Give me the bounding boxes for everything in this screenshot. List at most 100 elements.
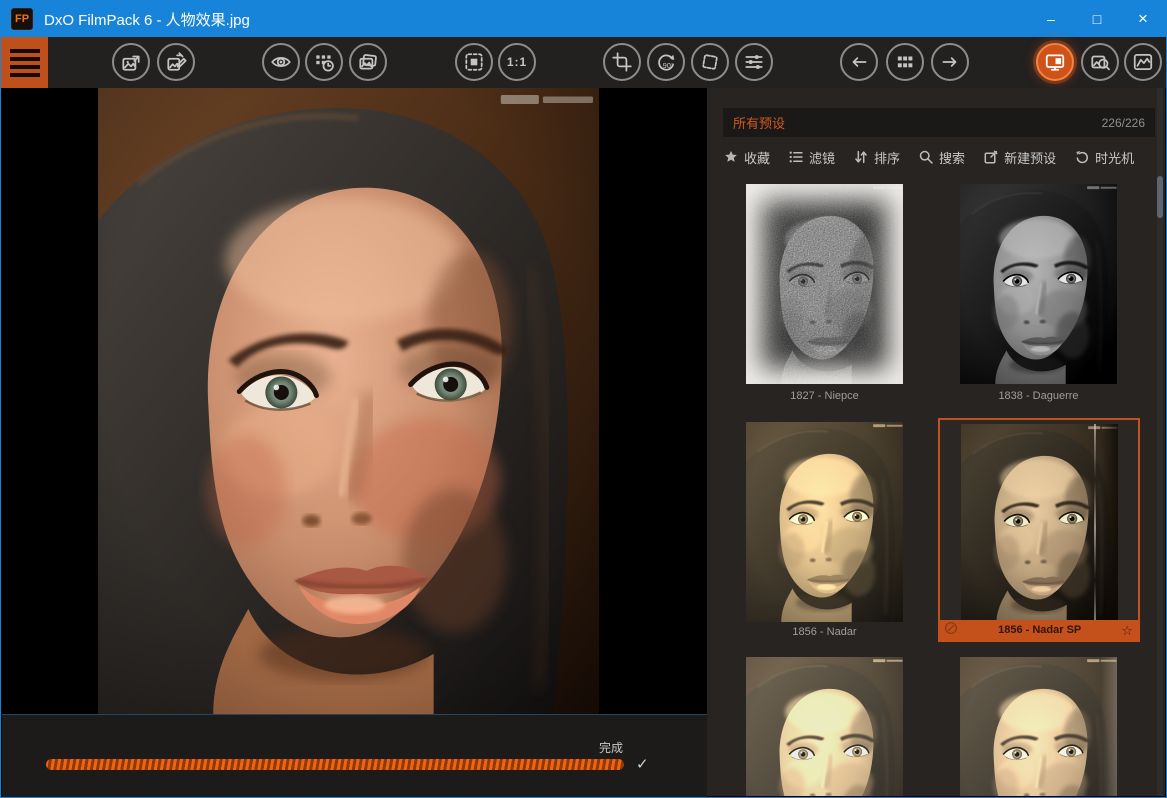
search-icon (919, 150, 933, 164)
time-machine-icon (1075, 150, 1089, 164)
check-icon: ✓ (636, 755, 649, 773)
menu-button[interactable] (1, 37, 48, 88)
preset-thumbnail[interactable] (746, 184, 903, 384)
progress-status-label: 完成 (599, 739, 623, 756)
time-machine-button[interactable]: 时光机 (1075, 148, 1134, 167)
close-button[interactable]: × (1120, 1, 1166, 37)
grid-clock-icon (313, 51, 335, 73)
compare-eye-button[interactable] (262, 43, 300, 81)
histogram-button[interactable] (1124, 43, 1162, 81)
loupe-preview-button[interactable] (1081, 43, 1119, 81)
minimize-button[interactable]: – (1028, 1, 1074, 37)
film-grain-overlay (746, 184, 903, 384)
favorites-button[interactable]: 收藏 (724, 148, 770, 167)
time-machine-label: 时光机 (1095, 148, 1134, 167)
preset-preview-image (746, 657, 903, 796)
export-status-bar: 完成 ✓ (2, 714, 707, 798)
window-title: DxO FilmPack 6 - 人物效果.jpg (44, 9, 1028, 30)
selected-preset-label: 1856 - Nadar SP (958, 624, 1121, 636)
fit-to-screen-button[interactable] (455, 43, 493, 81)
filter-button[interactable]: 滤镜 (789, 148, 835, 167)
list-filter-icon (789, 150, 803, 164)
preset-card[interactable] (960, 657, 1117, 796)
zoom-1-1-button[interactable]: 1:1 (498, 43, 536, 81)
new-preset-label: 新建预设 (1004, 148, 1056, 167)
film-edge-overlay (1102, 424, 1118, 624)
preset-preview-image (746, 184, 903, 384)
favorites-label: 收藏 (744, 148, 770, 167)
preset-thumbnail[interactable] (746, 422, 903, 622)
image-gallery-button[interactable] (349, 43, 387, 81)
search-button[interactable]: 搜索 (919, 148, 965, 167)
favorite-star-icon[interactable]: ☆ (1121, 624, 1133, 637)
grid-icon (894, 51, 916, 73)
new-preset-icon (984, 150, 998, 164)
new-preset-button[interactable]: 新建预设 (984, 148, 1056, 167)
sliders-icon (743, 51, 765, 73)
preset-card[interactable] (746, 657, 903, 796)
maximize-button[interactable]: □ (1074, 1, 1120, 37)
app-window: FP DxO FilmPack 6 - 人物效果.jpg – □ × (0, 0, 1167, 798)
preset-card-selected[interactable]: 1856 - Nadar SP ☆ (938, 418, 1140, 642)
preset-label: 1838 - Daguerre (960, 390, 1117, 402)
main-photo (98, 88, 599, 714)
export-progress-bar (46, 759, 624, 770)
image-viewer[interactable] (2, 88, 707, 714)
perspective-button[interactable] (691, 43, 729, 81)
loupe-image-icon (1089, 51, 1111, 73)
selected-preset-bar: 1856 - Nadar SP ☆ (940, 620, 1138, 640)
preset-thumbnail[interactable] (960, 184, 1117, 384)
adjustments-button[interactable] (735, 43, 773, 81)
gallery-icon (357, 51, 379, 73)
perspective-icon (699, 51, 721, 73)
thumbnail-grid-button[interactable] (886, 43, 924, 81)
panel-scrollbar-thumb[interactable] (1157, 176, 1163, 218)
film-scratch-overlay (1094, 424, 1096, 624)
preset-preview-image (960, 657, 1117, 796)
hamburger-icon (10, 49, 40, 53)
export-and-edit-button[interactable] (157, 43, 195, 81)
filter-label: 滤镜 (809, 148, 835, 167)
fit-screen-icon (463, 51, 485, 73)
export-image-icon (120, 51, 142, 73)
star-icon (724, 150, 738, 164)
display-mode-button[interactable] (1036, 43, 1074, 81)
preset-info-icon[interactable] (944, 621, 958, 640)
preset-thumbnail[interactable] (961, 424, 1118, 624)
preset-card[interactable] (746, 184, 903, 384)
arrow-left-icon (848, 51, 870, 73)
sort-arrows-icon (854, 150, 868, 164)
presets-panel: 所有预设 226/226 收藏 滤镜 排序 (707, 88, 1165, 796)
preset-thumbnail[interactable] (746, 657, 903, 796)
preset-thumbnail[interactable] (960, 657, 1117, 796)
snapshots-history-button[interactable] (305, 43, 343, 81)
preset-label: 1856 - Nadar (746, 626, 903, 638)
crop-button[interactable] (603, 43, 641, 81)
crop-icon (611, 51, 633, 73)
presets-header[interactable]: 所有预设 226/226 (723, 108, 1155, 137)
search-label: 搜索 (939, 148, 965, 167)
preset-preview-image (746, 422, 903, 622)
title-bar: FP DxO FilmPack 6 - 人物效果.jpg – □ × (1, 1, 1166, 37)
export-image-button[interactable] (112, 43, 150, 81)
main-toolbar: 1:1 90° (1, 37, 1166, 88)
preset-card[interactable] (960, 184, 1117, 384)
app-logo: FP (11, 8, 33, 30)
sort-button[interactable]: 排序 (854, 148, 900, 167)
monitor-icon (1044, 51, 1066, 73)
presets-title: 所有预设 (733, 113, 785, 132)
next-image-button[interactable] (931, 43, 969, 81)
previous-image-button[interactable] (840, 43, 878, 81)
export-edit-icon (165, 51, 187, 73)
arrow-right-icon (939, 51, 961, 73)
preset-label: 1827 - Niepce (746, 390, 903, 402)
preset-card[interactable] (746, 422, 903, 622)
sort-label: 排序 (874, 148, 900, 167)
histogram-icon (1132, 51, 1154, 73)
rotate-90-button[interactable]: 90° (647, 43, 685, 81)
presets-count: 226/226 (1102, 116, 1145, 130)
zoom-1-1-label: 1:1 (507, 55, 527, 69)
preset-preview-image (960, 184, 1117, 384)
rotate-90-label: 90° (663, 61, 674, 70)
light-leak-overlay (1101, 657, 1117, 796)
